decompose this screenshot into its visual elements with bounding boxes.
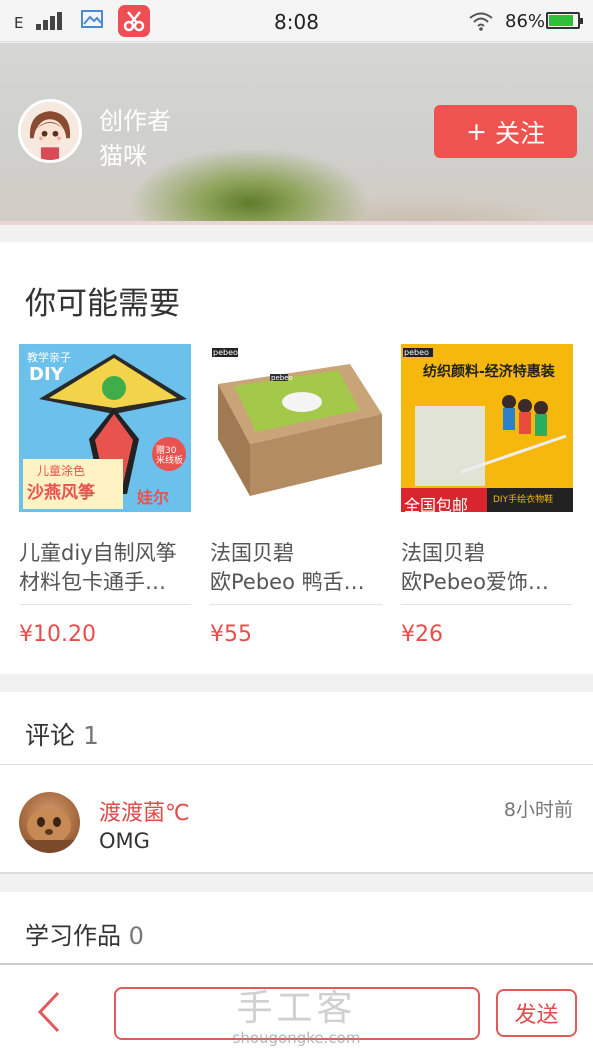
divider [0,872,593,874]
creator-name[interactable]: 猫咪 [99,136,147,171]
follow-button[interactable]: + 关注 [434,105,577,158]
image-caption: 娃尔 [137,488,170,507]
product-image: pebeo 纺织颜料-经济特惠装 全国包邮 DIY手绘衣物鞋 [401,344,573,512]
divider [19,604,191,605]
product-name: 法国贝碧 欧Pebeo 鸭舌… [210,539,382,597]
image-caption: 赠30米线板 [156,446,184,466]
works-count: 0 [128,922,144,950]
product-name-line: 材料包卡通手… [19,570,166,594]
brand-logo-text: pebeo [271,374,293,382]
product-card[interactable]: pebeo pebeo 法国贝碧 欧Pebeo 鸭舌… ¥55 [210,344,382,647]
bottom-bar: 手工客 shougongke.com 发送 [0,963,593,1054]
product-image: 教学亲子 DIY 儿童涂色 沙燕风筝 娃尔 赠30米线板 [19,344,191,512]
image-caption: 全国包邮 [404,496,469,512]
works-section: 学习作品 0 [0,892,593,972]
battery-icon [546,12,583,29]
image-caption: 纺织颜料-经济特惠装 [423,364,555,380]
comment-input[interactable] [114,987,480,1040]
product-card[interactable]: pebeo 纺织颜料-经济特惠装 全国包邮 DIY手绘衣物鞋 法国贝碧 欧Peb… [401,344,573,647]
image-caption: 沙燕风筝 [27,483,95,503]
works-header[interactable]: 学习作品 0 [25,916,144,951]
follow-label: 关注 [494,118,545,148]
product-price: ¥26 [401,622,443,647]
brand-logo-text: pebeo [404,348,429,357]
back-icon[interactable] [30,987,66,1037]
plus-icon: + [466,117,487,146]
image-caption: 教学亲子 [27,351,71,364]
product-price: ¥10.20 [19,622,96,647]
comment-username[interactable]: 渡渡菌℃ [99,795,190,827]
divider [210,604,382,605]
creator-header: 创作者 猫咪 + 关注 [0,43,593,225]
comments-count: 1 [82,721,99,750]
comments-header[interactable]: 评论 1 [25,716,99,752]
battery-percent: 86% [505,11,546,32]
creator-label: 创作者 [99,107,171,135]
send-button[interactable]: 发送 [496,989,577,1037]
product-name: 法国贝碧 欧Pebeo爱饰… [401,539,573,597]
product-name: 儿童diy自制风筝 材料包卡通手… [19,539,191,597]
comment-text: OMG [99,829,150,853]
creator-avatar[interactable] [18,99,82,163]
product-price: ¥55 [210,622,252,647]
product-name-line: 欧Pebeo 鸭舌… [210,570,365,594]
product-name-line: 法国贝碧 [401,541,485,565]
divider [401,604,573,605]
product-name-line: 儿童diy自制风筝 [19,541,177,565]
recommend-section: 你可能需要 教学亲子 DIY 儿童涂色 沙燕风筝 娃尔 赠30米线板 儿童diy… [0,242,593,674]
commenter-avatar[interactable] [19,792,80,853]
product-name-line: 法国贝碧 [210,541,294,565]
image-caption: 儿童涂色 [37,464,86,478]
comments-section: 评论 1 渡渡菌℃ 8小时前 OMG [0,692,593,874]
product-image: pebeo pebeo [210,344,382,512]
comments-title: 评论 [25,721,76,750]
status-bar: E 8:08 86% [0,0,593,42]
works-title: 学习作品 [25,922,121,950]
comment-time: 8小时前 [503,799,573,821]
divider [0,764,593,765]
image-caption: DIY手绘衣物鞋 [493,495,554,505]
product-name-line: 欧Pebeo爱饰… [401,570,549,594]
section-title: 你可能需要 [25,286,180,322]
brand-logo-text: pebeo [213,348,238,357]
product-card[interactable]: 教学亲子 DIY 儿童涂色 沙燕风筝 娃尔 赠30米线板 儿童diy自制风筝 材… [19,344,191,647]
wifi-icon [469,12,493,31]
image-caption: DIY [29,364,64,385]
